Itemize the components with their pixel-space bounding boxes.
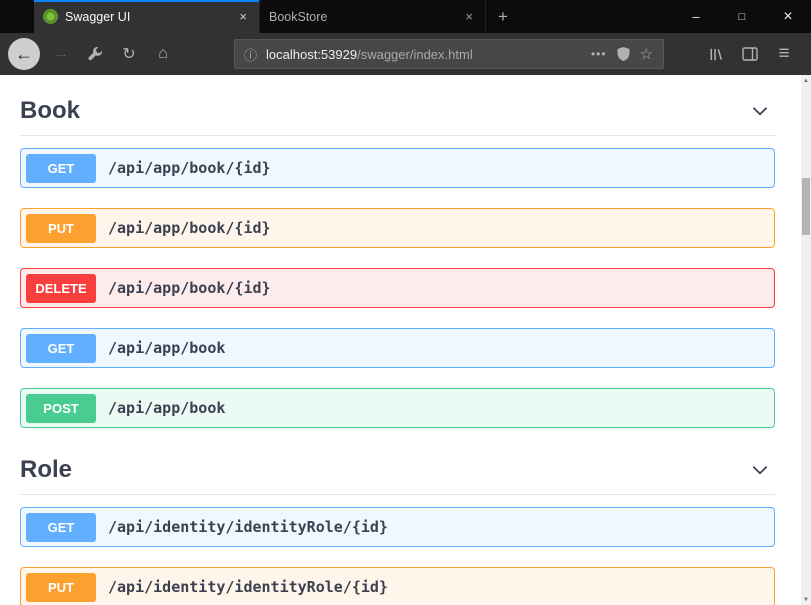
swagger-favicon-icon: [43, 9, 58, 24]
forward-button[interactable]: →: [46, 39, 76, 69]
endpoint-row[interactable]: GET /api/app/book/{id}: [20, 148, 775, 188]
tab-close-icon[interactable]: ×: [236, 9, 250, 24]
tab-swagger-ui[interactable]: Swagger UI ×: [34, 0, 260, 33]
method-badge: GET: [26, 154, 96, 183]
hamburger-menu-icon[interactable]: ≡: [769, 39, 799, 69]
section-header[interactable]: Role: [20, 448, 775, 495]
endpoint-row[interactable]: GET /api/identity/identityRole/{id}: [20, 507, 775, 547]
url-domain: localhost:53929: [266, 47, 357, 62]
close-button[interactable]: ×: [765, 0, 811, 33]
endpoint-path: /api/app/book: [108, 339, 225, 357]
tracking-shield-icon[interactable]: [617, 47, 630, 61]
method-badge: PUT: [26, 214, 96, 243]
url-path: /swagger/index.html: [357, 47, 473, 62]
endpoint-path: /api/identity/identityRole/{id}: [108, 518, 388, 536]
back-button[interactable]: ←: [8, 38, 40, 70]
home-button[interactable]: ⌂: [148, 39, 178, 69]
api-section: Role GET /api/identity/identityRole/{id}…: [20, 448, 775, 605]
scrollbar-thumb[interactable]: [802, 178, 810, 235]
endpoint-path: /api/app/book: [108, 399, 225, 417]
endpoint-path: /api/app/book/{id}: [108, 159, 271, 177]
method-badge: GET: [26, 513, 96, 542]
new-tab-button[interactable]: +: [486, 0, 520, 33]
endpoint-list: GET /api/app/book/{id} PUT /api/app/book…: [20, 148, 775, 428]
browser-navbar: ← → ↻ ⌂ ⓘ localhost:53929/swagger/index.…: [0, 33, 811, 75]
endpoint-path: /api/app/book/{id}: [108, 219, 271, 237]
site-info-icon[interactable]: ⓘ: [244, 45, 257, 64]
method-badge: GET: [26, 334, 96, 363]
titlebar-drag-area: [520, 0, 673, 33]
tools-wrench-icon[interactable]: [80, 39, 110, 69]
method-badge: DELETE: [26, 274, 96, 303]
url-bar[interactable]: ⓘ localhost:53929/swagger/index.html •••…: [234, 39, 664, 69]
window-controls: – □ ×: [673, 0, 811, 33]
chevron-down-icon: [749, 100, 771, 122]
page-actions-icon[interactable]: •••: [591, 47, 607, 61]
endpoint-list: GET /api/identity/identityRole/{id} PUT …: [20, 507, 775, 605]
section-header[interactable]: Book: [20, 89, 775, 136]
endpoint-row[interactable]: PUT /api/app/book/{id}: [20, 208, 775, 248]
tab-bookstore[interactable]: BookStore ×: [260, 0, 486, 33]
browser-titlebar: Swagger UI × BookStore × + – □ ×: [0, 0, 811, 33]
chevron-down-icon: [749, 459, 771, 481]
maximize-button[interactable]: □: [719, 0, 765, 33]
scroll-down-arrow-icon[interactable]: ▼: [801, 594, 811, 605]
section-title: Role: [20, 456, 72, 484]
endpoint-row[interactable]: GET /api/app/book: [20, 328, 775, 368]
endpoint-row[interactable]: DELETE /api/app/book/{id}: [20, 268, 775, 308]
endpoint-path: /api/identity/identityRole/{id}: [108, 578, 388, 596]
api-sections: Book GET /api/app/book/{id} PUT /api/app…: [20, 89, 775, 605]
method-badge: PUT: [26, 573, 96, 602]
tab-title: Swagger UI: [65, 10, 229, 24]
endpoint-row[interactable]: PUT /api/identity/identityRole/{id}: [20, 567, 775, 605]
sidebar-toggle-icon[interactable]: [735, 39, 765, 69]
swagger-page: Book GET /api/app/book/{id} PUT /api/app…: [0, 75, 811, 605]
minimize-button[interactable]: –: [673, 0, 719, 33]
tab-title: BookStore: [269, 10, 455, 24]
vertical-scrollbar[interactable]: ▲ ▼: [801, 75, 811, 605]
endpoint-row[interactable]: POST /api/app/book: [20, 388, 775, 428]
scroll-up-arrow-icon[interactable]: ▲: [801, 75, 811, 86]
api-section: Book GET /api/app/book/{id} PUT /api/app…: [20, 89, 775, 428]
method-badge: POST: [26, 394, 96, 423]
refresh-button[interactable]: ↻: [114, 39, 144, 69]
tab-close-icon[interactable]: ×: [462, 9, 476, 24]
bookmark-star-icon[interactable]: ☆: [640, 45, 654, 63]
endpoint-path: /api/app/book/{id}: [108, 279, 271, 297]
tabbar-spacer: [0, 0, 34, 33]
section-title: Book: [20, 97, 80, 125]
library-icon[interactable]: [701, 39, 731, 69]
